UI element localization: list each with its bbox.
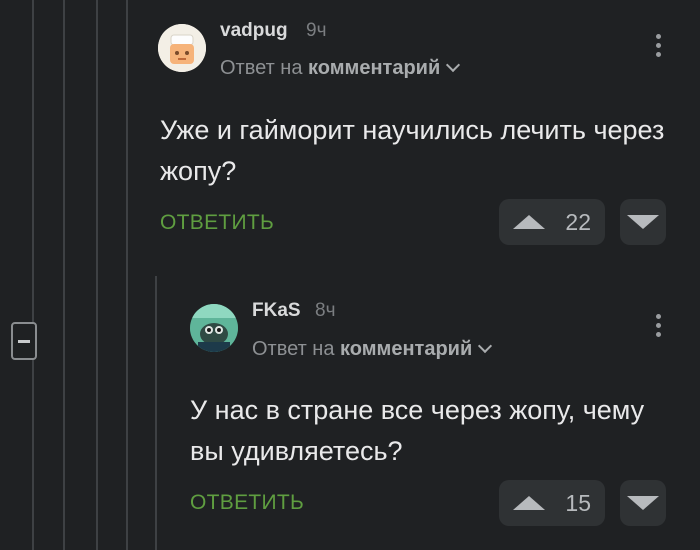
reply-reference[interactable]: Ответ на комментарий [252,338,493,361]
vote-count: 15 [565,490,591,516]
reply-button[interactable]: ОТВЕТИТЬ [190,491,304,515]
avatar-image [190,304,238,352]
arrow-down-icon [627,496,659,510]
chevron-down-icon[interactable] [478,338,493,354]
reply-prefix: Ответ на [252,338,335,360]
reply-target-link[interactable]: комментарий [340,338,472,360]
downvote-button[interactable] [620,480,666,526]
avatar[interactable] [190,304,238,352]
username[interactable]: FKaS [252,300,301,322]
kebab-icon[interactable] [656,314,662,341]
comment-text: У нас в стране все через жопу, чему вы у… [190,395,645,466]
arrow-up-icon [513,496,545,510]
comment: FKaS 8ч Ответ на комментарий У нас в стр… [0,0,700,550]
timestamp: 8ч [315,300,336,321]
upvote-button[interactable]: 15 [499,480,605,526]
